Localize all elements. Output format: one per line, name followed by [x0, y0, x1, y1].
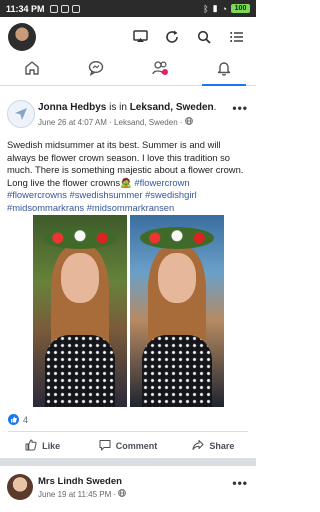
menu-icon[interactable]: [228, 29, 244, 45]
comment-button[interactable]: Comment: [85, 434, 170, 458]
post-timestamp[interactable]: June 26 at 4:07 AM · Leksand, Sweden ·: [38, 118, 183, 127]
tab-friends[interactable]: [128, 56, 192, 85]
bell-icon: [216, 60, 232, 81]
tab-messages[interactable]: [64, 56, 128, 85]
post-more-icon[interactable]: •••: [232, 101, 248, 115]
public-globe-icon: [118, 489, 127, 499]
notification-icon: [49, 4, 58, 13]
post-text: Swedish midsummer at its best. Summer is…: [7, 139, 244, 188]
app-header: [0, 17, 256, 56]
header-actions: [132, 29, 244, 45]
post-timestamp[interactable]: June 19 at 11:45 PM ·: [38, 490, 116, 499]
post-header: Jonna Hedbys is in Leksand, Sweden. June…: [7, 100, 250, 130]
feed-separator: [0, 458, 256, 466]
share-label: Share: [209, 441, 235, 451]
reaction-count: 4: [23, 414, 29, 425]
post-body: Swedish midsummer at its best. Summer is…: [7, 139, 251, 214]
reaction-summary[interactable]: 4: [8, 414, 28, 425]
post-location-suffix: .: [213, 102, 217, 113]
thumbs-up-icon: [25, 439, 37, 453]
post-meta: June 26 at 4:07 AM · Leksand, Sweden ·: [38, 117, 193, 127]
post-photos: [33, 215, 225, 407]
share-icon: [192, 439, 204, 453]
like-reaction-icon: [8, 414, 19, 425]
status-bar: 11:34 PM ᛒ ▮ ◔ 100: [0, 0, 256, 17]
bluetooth-icon: ᛒ: [203, 3, 209, 14]
comment-icon: [99, 439, 111, 453]
post-photo[interactable]: [33, 215, 127, 407]
profile-avatar[interactable]: [8, 22, 36, 51]
post-meta: June 19 at 11:45 PM ·: [38, 489, 127, 499]
location-pin-icon: [15, 108, 27, 120]
share-button[interactable]: Share: [171, 434, 256, 458]
friends-icon: [151, 60, 169, 81]
post-author-line: Jonna Hedbys is in Leksand, Sweden.: [38, 102, 216, 113]
comment-label: Comment: [115, 441, 158, 451]
battery-icon: 100: [231, 4, 250, 13]
post-photo[interactable]: [130, 215, 224, 407]
post-more-icon[interactable]: •••: [232, 476, 248, 490]
post-author-name[interactable]: Jonna Hedbys: [38, 102, 106, 113]
post-connector: is in: [106, 102, 130, 113]
post-author-avatar[interactable]: [7, 474, 33, 500]
post-author-avatar[interactable]: [7, 100, 35, 128]
signal-icon: ▮: [212, 3, 218, 13]
status-time: 11:34 PM: [6, 3, 45, 14]
status-right: ᛒ ▮ ◔ 100: [203, 3, 250, 14]
divider: [8, 431, 248, 432]
tab-home[interactable]: [0, 56, 64, 85]
like-label: Like: [42, 441, 61, 451]
post-actions: Like Comment Share: [0, 434, 256, 458]
notification-icon: [71, 4, 80, 13]
wifi-icon: ◔: [221, 3, 227, 14]
refresh-icon[interactable]: [164, 29, 180, 45]
tab-notifications[interactable]: [192, 56, 256, 86]
cast-icon[interactable]: [132, 29, 148, 45]
post-location[interactable]: Leksand, Sweden: [130, 102, 214, 113]
post-author-name[interactable]: Mrs Lindh Sweden: [38, 476, 122, 487]
public-globe-icon: [184, 117, 193, 127]
search-icon[interactable]: [196, 29, 212, 45]
feed-post: Mrs Lindh Sweden June 19 at 11:45 PM · •…: [0, 466, 256, 512]
chat-icon: [88, 60, 104, 81]
feed-post: Jonna Hedbys is in Leksand, Sweden. June…: [0, 94, 256, 458]
home-icon: [24, 60, 40, 81]
notification-icon: [60, 4, 69, 13]
tab-bar: [0, 56, 256, 86]
like-button[interactable]: Like: [0, 434, 85, 458]
